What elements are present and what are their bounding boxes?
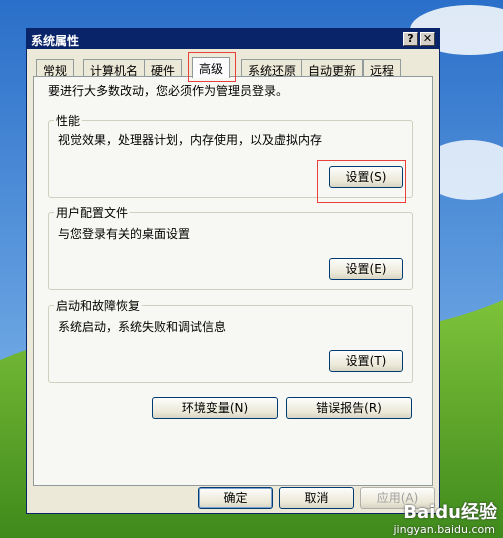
tab-hardware[interactable]: 硬件 [144,59,183,78]
tab-remote[interactable]: 远程 [363,59,402,78]
performance-group-title: 性能 [56,114,81,128]
startup-recovery-settings-button[interactable]: 设置(T) [329,350,403,372]
tab-general[interactable]: 常规 [36,59,75,78]
tab-computer-name[interactable]: 计算机名 [83,59,146,78]
system-properties-dialog: 系统属性 ? ✕ 常规 计算机名 硬件 高级 系统还原 自动更新 远程 要进行大… [26,28,440,514]
help-button[interactable]: ? [403,32,418,46]
user-profiles-description: 与您登录有关的桌面设置 [58,227,191,241]
title-bar[interactable]: 系统属性 ? ✕ [27,29,439,49]
tab-advanced[interactable]: 高级 [192,57,231,78]
window-title: 系统属性 [31,34,80,48]
error-reporting-button[interactable]: 错误报告(R) [286,397,412,419]
settings-button-highlight [317,160,406,203]
admin-notice: 要进行大多数改动，您必须作为管理员登录。 [48,84,289,98]
user-profiles-group-title: 用户配置文件 [56,206,129,220]
startup-recovery-group-title: 启动和故障恢复 [56,299,141,313]
tab-automatic-updates[interactable]: 自动更新 [301,59,364,78]
watermark-brand: Baidu经验 [403,502,497,523]
cancel-button[interactable]: 取消 [279,487,354,509]
tab-system-restore[interactable]: 系统还原 [241,59,304,78]
startup-recovery-description: 系统启动，系统失败和调试信息 [58,320,227,334]
watermark-url: jingyan.baidu.com [393,523,495,536]
close-button[interactable]: ✕ [420,32,435,46]
ok-button[interactable]: 确定 [198,487,273,509]
performance-description: 视觉效果，处理器计划，内存使用，以及虚拟内存 [58,133,323,147]
user-profiles-settings-button[interactable]: 设置(E) [329,258,403,280]
environment-variables-button[interactable]: 环境变量(N) [152,397,278,419]
